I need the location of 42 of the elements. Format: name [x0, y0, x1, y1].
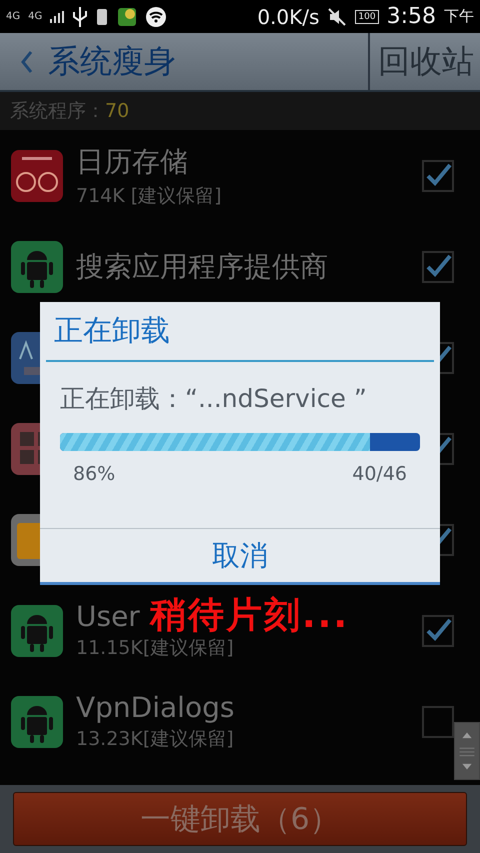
uninstall-button[interactable]: 一键卸载（6）	[13, 792, 467, 846]
progress-percent: 86%	[73, 463, 116, 485]
android-icon	[10, 694, 64, 748]
checkbox[interactable]	[422, 614, 454, 646]
network-label: 4G	[6, 11, 20, 22]
scroll-buttons[interactable]	[454, 722, 480, 780]
grid-icon	[10, 422, 40, 476]
checkbox[interactable]	[422, 160, 454, 192]
back-icon[interactable]	[20, 50, 34, 74]
clock-time: 3:58	[386, 4, 436, 29]
network-speed: 0.0K/s	[257, 4, 320, 28]
checkbox[interactable]	[422, 706, 454, 738]
mute-icon	[327, 6, 348, 26]
system-apps-count: 70	[105, 100, 130, 122]
battery-icon: 100	[355, 10, 379, 24]
app-name: VpnDialogs	[76, 691, 234, 724]
app-size: 11.15K[建议保留]	[76, 636, 234, 661]
app-name: 搜索应用程序提供商	[76, 248, 328, 284]
app-size: 13.23K[建议保留]	[76, 727, 234, 752]
app-notification-icon	[116, 6, 138, 28]
android-icon	[10, 604, 64, 658]
app-name: User	[76, 600, 140, 633]
folder-icon	[10, 512, 40, 566]
usb-icon	[72, 6, 88, 26]
signal-icon	[50, 10, 64, 22]
cancel-button[interactable]: 取消	[40, 528, 440, 582]
network-label: 4G	[28, 11, 42, 22]
dialog-message: 正在卸载：“...ndService ”	[60, 383, 368, 415]
checkbox[interactable]	[422, 250, 454, 282]
recycle-bin-button[interactable]: 回收站	[368, 33, 480, 90]
app-name: 日历存储	[76, 144, 188, 180]
wifi-icon	[146, 6, 166, 26]
progress-count: 40/46	[352, 463, 407, 485]
clock-period: 下午	[444, 7, 474, 26]
screen-title: 系统瘦身	[48, 40, 177, 82]
calendar-icon	[10, 148, 64, 202]
dialog-title: 正在卸载	[46, 302, 434, 362]
keyboard-icon	[10, 330, 40, 384]
sd-card-icon	[96, 8, 108, 26]
annotation-text: 稍待片刻...	[150, 598, 350, 634]
android-icon	[10, 240, 64, 294]
app-size: 714K [建议保留]	[76, 184, 222, 208]
